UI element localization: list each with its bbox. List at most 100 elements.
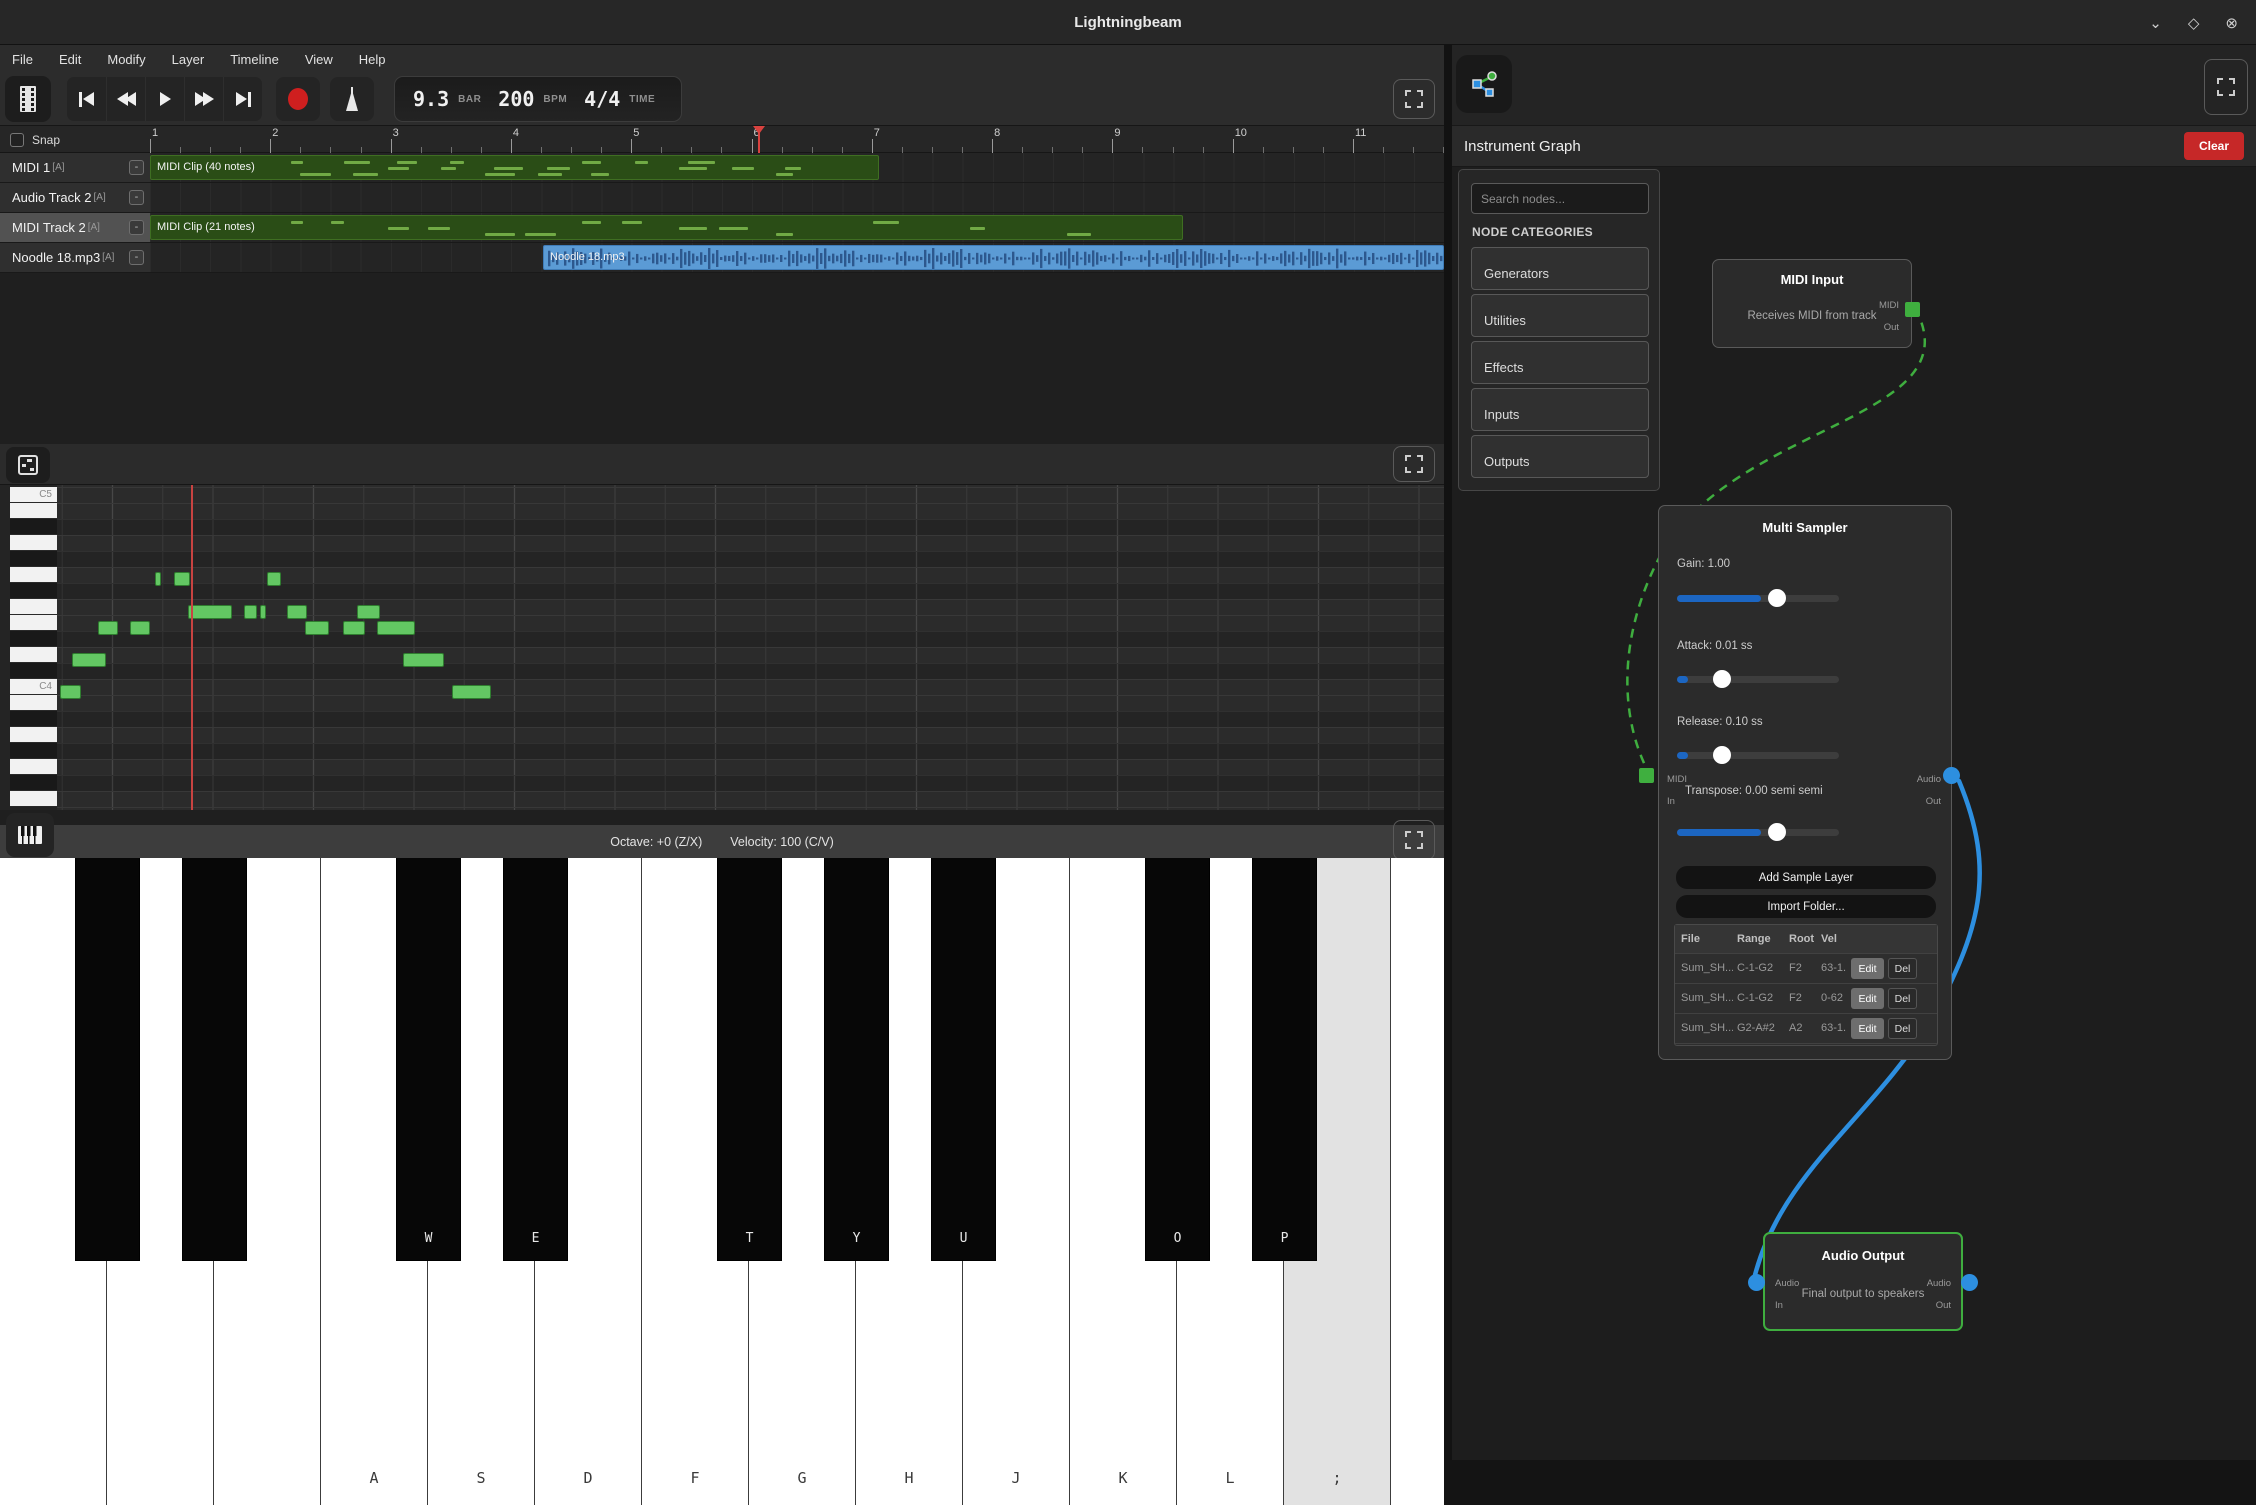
track-header[interactable]: MIDI 1[A]- [0, 153, 150, 182]
track-lane[interactable]: MIDI Clip (21 notes) [150, 213, 1444, 242]
midi-note[interactable] [305, 621, 329, 635]
midi-note[interactable] [377, 621, 415, 635]
midi-note[interactable] [267, 572, 281, 586]
audio-clip[interactable]: Noodle 18.mp3 [543, 245, 1444, 270]
menu-item-help[interactable]: Help [359, 52, 386, 67]
pianoroll-key-a3[interactable] [10, 727, 57, 743]
black-key-T[interactable]: T [717, 858, 782, 1261]
transpose-slider-thumb[interactable] [1768, 823, 1786, 841]
track-mute-button[interactable]: - [129, 190, 144, 205]
midi-note[interactable] [403, 653, 444, 667]
midi-note[interactable] [130, 621, 150, 635]
import-folder-button[interactable]: Import Folder... [1676, 895, 1936, 918]
edit-layer-button[interactable]: Edit [1851, 958, 1884, 979]
pianoroll-key-d#4[interactable] [10, 631, 57, 647]
midi-in-port[interactable] [1639, 768, 1654, 783]
edit-layer-button[interactable]: Edit [1851, 1018, 1884, 1039]
track-lane[interactable]: Noodle 18.mp3 [150, 243, 1444, 272]
node-midi-input[interactable]: MIDI Input Receives MIDI from track MIDI… [1712, 259, 1912, 348]
timeline-ruler[interactable]: 1234567891011 [150, 126, 1444, 153]
graph-canvas[interactable]: NODE CATEGORIES GeneratorsUtilitiesEffec… [1452, 167, 2256, 1460]
menu-item-timeline[interactable]: Timeline [230, 52, 279, 67]
play-button[interactable] [145, 77, 184, 121]
release-slider-thumb[interactable] [1713, 746, 1731, 764]
delete-layer-button[interactable]: Del [1888, 1018, 1917, 1039]
menu-item-file[interactable]: File [12, 52, 33, 67]
black-key-U[interactable]: U [931, 858, 996, 1261]
track-mute-button[interactable]: - [129, 220, 144, 235]
black-key-Y[interactable]: Y [824, 858, 889, 1261]
pianoroll-panel-button[interactable] [6, 447, 50, 483]
midi-clip[interactable]: MIDI Clip (21 notes) [150, 215, 1183, 240]
close-icon[interactable]: ⊗ [2225, 14, 2238, 32]
category-utilities[interactable]: Utilities [1471, 294, 1649, 337]
clear-graph-button[interactable]: Clear [2184, 132, 2244, 160]
white-key[interactable] [1391, 858, 1444, 1505]
gain-slider-thumb[interactable] [1768, 589, 1786, 607]
rewind-button[interactable] [106, 77, 145, 121]
pianoroll-key-a#3[interactable] [10, 711, 57, 727]
attack-slider[interactable] [1677, 676, 1839, 683]
timeline-fullscreen-button[interactable] [1393, 79, 1435, 119]
midi-note[interactable] [155, 572, 161, 586]
skip-to-end-button[interactable] [223, 77, 262, 121]
gain-slider[interactable] [1677, 595, 1839, 602]
midi-note[interactable] [452, 685, 491, 699]
track-lane[interactable]: MIDI Clip (40 notes) [150, 153, 1444, 182]
pianoroll-key-b3[interactable] [10, 695, 57, 711]
pianoroll-key-e4[interactable] [10, 615, 57, 631]
delete-layer-button[interactable]: Del [1888, 988, 1917, 1009]
track-mute-button[interactable]: - [129, 160, 144, 175]
audio-out-port[interactable] [1943, 767, 1960, 784]
menu-item-edit[interactable]: Edit [59, 52, 81, 67]
search-input[interactable] [1471, 183, 1649, 214]
track-header[interactable]: MIDI Track 2[A]- [0, 213, 150, 242]
pianoroll-key-c5[interactable]: C5 [10, 487, 57, 503]
add-sample-layer-button[interactable]: Add Sample Layer [1676, 866, 1936, 889]
midi-note[interactable] [72, 653, 106, 667]
maximize-icon[interactable]: ◇ [2188, 14, 2200, 32]
midi-out-port[interactable] [1905, 302, 1920, 317]
track-header[interactable]: Noodle 18.mp3[A]- [0, 243, 150, 272]
pianoroll-fullscreen-button[interactable] [1393, 446, 1435, 482]
graph-fullscreen-button[interactable] [2204, 59, 2248, 115]
black-key-E[interactable]: E [503, 858, 568, 1261]
minimize-icon[interactable]: ⌄ [2149, 14, 2162, 32]
midi-note[interactable] [98, 621, 118, 635]
pianoroll-key-g4[interactable] [10, 567, 57, 583]
midi-clip[interactable]: MIDI Clip (40 notes) [150, 155, 879, 180]
category-outputs[interactable]: Outputs [1471, 435, 1649, 478]
menu-item-modify[interactable]: Modify [107, 52, 145, 67]
pianoroll-key-b4[interactable] [10, 503, 57, 519]
pianoroll-key-g#3[interactable] [10, 743, 57, 759]
edit-layer-button[interactable]: Edit [1851, 988, 1884, 1009]
snap-checkbox[interactable] [10, 133, 24, 147]
node-audio-output[interactable]: Audio Output Final output to speakers Au… [1763, 1232, 1963, 1331]
menu-item-layer[interactable]: Layer [172, 52, 205, 67]
pianoroll-key-f#4[interactable] [10, 583, 57, 599]
track-lane[interactable] [150, 183, 1444, 212]
midi-note[interactable] [343, 621, 365, 635]
midi-note[interactable] [60, 685, 81, 699]
keyboard-fullscreen-button[interactable] [1393, 820, 1435, 860]
node-graph-button[interactable] [1456, 55, 1512, 113]
pianoroll-key-g3[interactable] [10, 759, 57, 775]
pianoroll-key-f3[interactable] [10, 791, 57, 807]
record-button[interactable] [276, 77, 320, 121]
timeline-playhead[interactable] [758, 126, 760, 153]
menu-item-view[interactable]: View [305, 52, 333, 67]
audio-out-port[interactable] [1961, 1274, 1978, 1291]
pianoroll-key-d4[interactable] [10, 647, 57, 663]
fast-forward-button[interactable] [184, 77, 223, 121]
track-mute-button[interactable]: - [129, 250, 144, 265]
midi-note[interactable] [357, 605, 380, 619]
skip-to-start-button[interactable] [67, 77, 106, 121]
category-inputs[interactable]: Inputs [1471, 388, 1649, 431]
midi-note[interactable] [188, 605, 232, 619]
midi-note[interactable] [260, 605, 266, 619]
black-key[interactable] [75, 858, 140, 1261]
pianoroll-key-a4[interactable] [10, 535, 57, 551]
metronome-button[interactable] [330, 77, 374, 121]
release-slider[interactable] [1677, 752, 1839, 759]
pianoroll-key-a#4[interactable] [10, 519, 57, 535]
